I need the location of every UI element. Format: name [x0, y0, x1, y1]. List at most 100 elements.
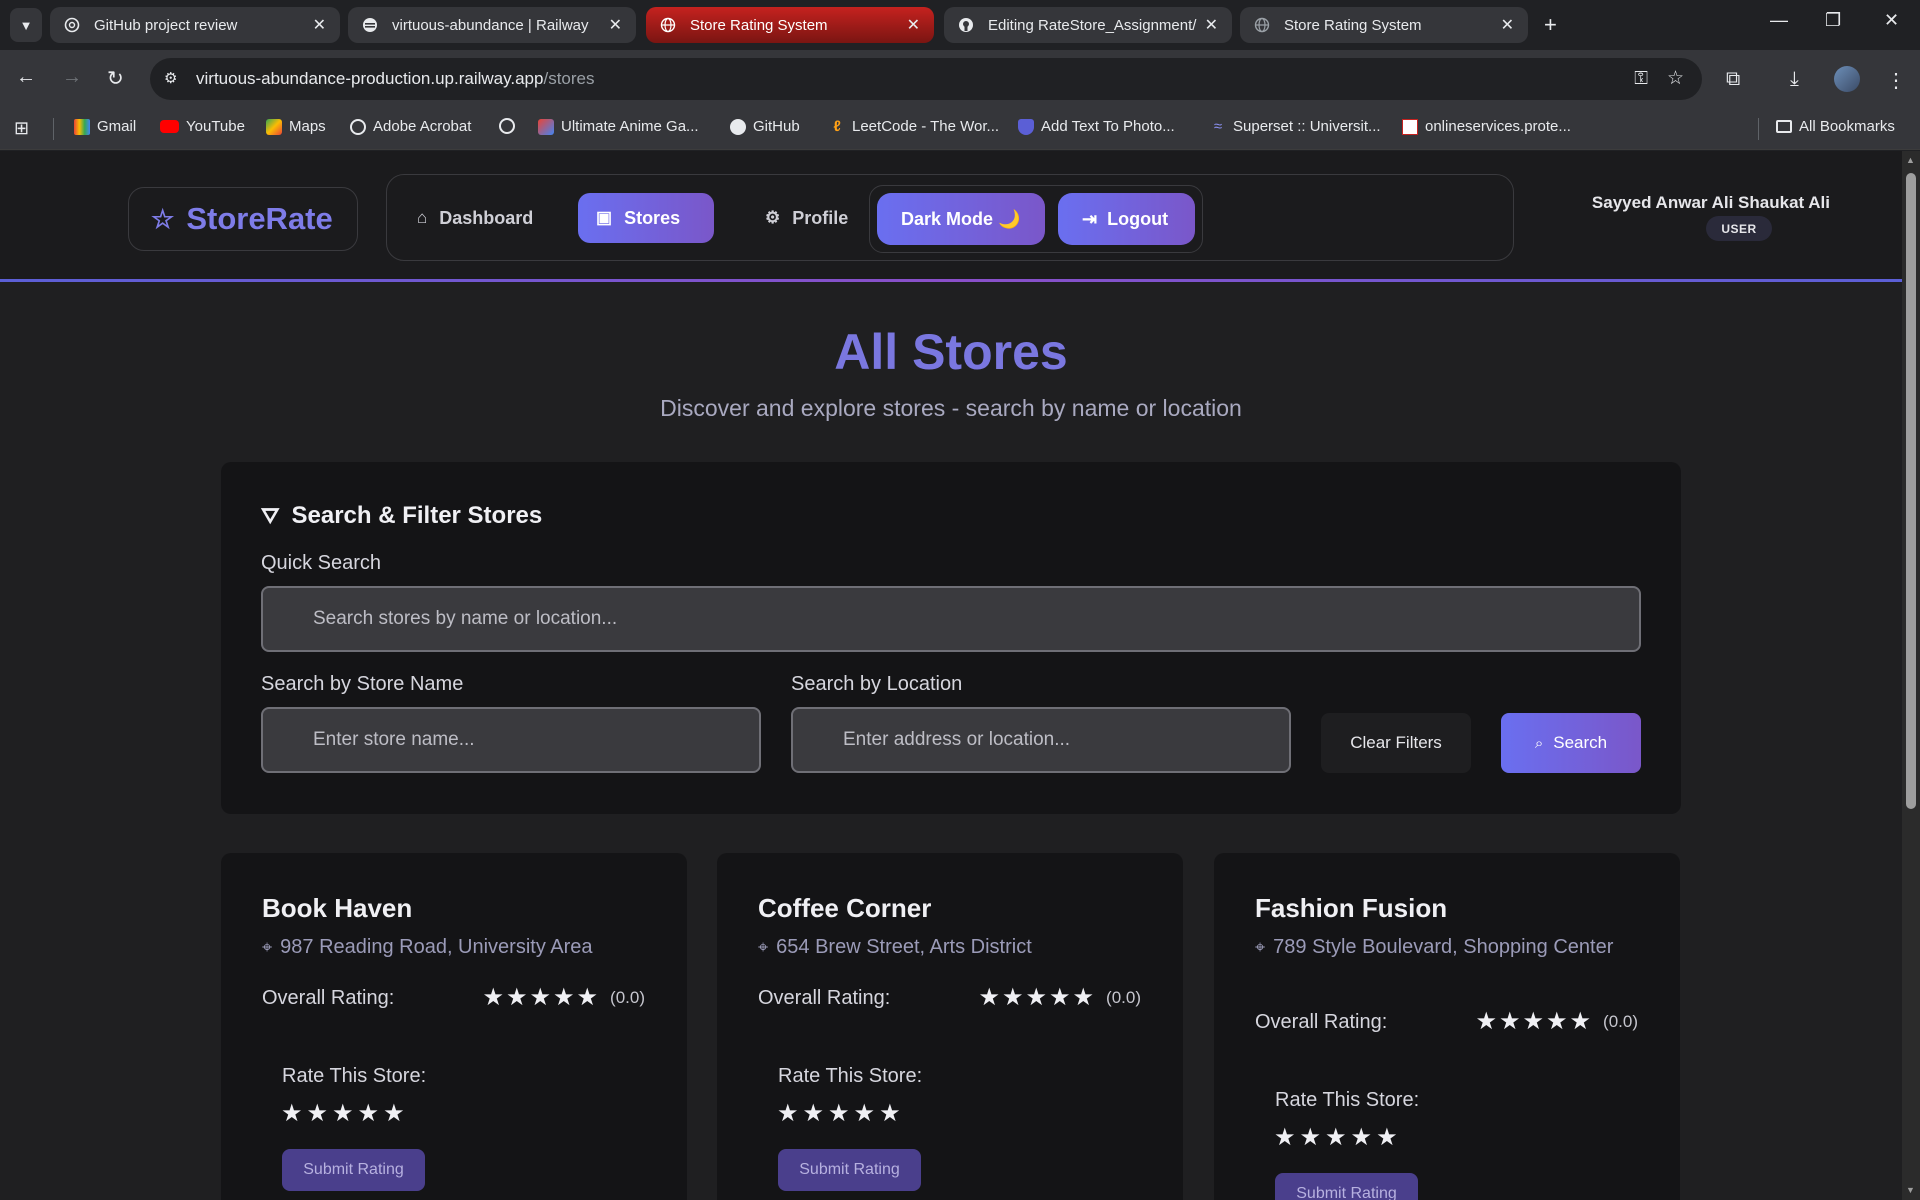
key-icon[interactable]: ⚿ — [1634, 68, 1648, 89]
scrollbar-thumb[interactable] — [1906, 173, 1916, 809]
folder-icon — [1776, 120, 1792, 133]
submit-rating-button[interactable]: Submit Rating — [1275, 1173, 1418, 1200]
nav-stores[interactable]: ▣ Stores — [578, 193, 714, 243]
location-input[interactable]: Enter address or location... — [791, 707, 1291, 773]
browser-tab[interactable]: GitHub project review ✕ — [50, 7, 340, 43]
close-icon[interactable]: ✕ — [313, 15, 326, 35]
close-icon[interactable]: ✕ — [609, 15, 622, 35]
maps-icon — [266, 118, 282, 135]
bookmark-item[interactable]: GitHub — [730, 118, 800, 135]
store-name-input[interactable]: Enter store name... — [261, 707, 761, 773]
site-info-icon[interactable]: ⚙ — [164, 69, 177, 87]
scroll-down-icon[interactable]: ▼ — [1906, 1185, 1915, 1195]
extensions-icon[interactable]: ⧉ — [1726, 68, 1740, 91]
restore-icon[interactable]: ❐ — [1825, 10, 1841, 31]
home-icon: ⌂ — [417, 208, 428, 227]
browser-tab[interactable]: virtuous-abundance | Railway ✕ — [348, 7, 636, 43]
forward-icon[interactable]: → — [62, 66, 82, 89]
tab-title: Editing RateStore_Assignment/ — [988, 16, 1197, 34]
bookmark-item[interactable]: ≈ Superset :: Universit... — [1210, 118, 1381, 135]
close-icon[interactable]: ✕ — [1205, 15, 1218, 35]
scroll-up-icon[interactable]: ▲ — [1906, 155, 1915, 165]
user-name: Sayyed Anwar Ali Shaukat Ali — [1591, 193, 1830, 212]
bookmark-item[interactable]: ℓ LeetCode - The Wor... — [829, 118, 999, 135]
browser-tab[interactable]: Editing RateStore_Assignment/ ✕ — [944, 7, 1232, 43]
close-icon[interactable]: ✕ — [1501, 15, 1514, 35]
nav-label: Stores — [624, 207, 681, 228]
bookmark-item[interactable]: Add Text To Photo... — [1018, 118, 1175, 135]
overall-rating-label: Overall Rating: — [1255, 1011, 1388, 1033]
back-icon[interactable]: ← — [16, 66, 36, 89]
tab-title: Store Rating System — [1284, 16, 1422, 34]
bookmark-item[interactable]: YouTube — [160, 118, 245, 135]
bookmark-star-icon[interactable]: ☆ — [1667, 67, 1684, 90]
app-header: ☆ StoreRate ⌂ Dashboard ▣ Stores ⚙ Profi… — [0, 151, 1902, 282]
download-icon[interactable]: ⤓ — [1790, 68, 1799, 91]
logout-button[interactable]: ⇥ Logout — [1058, 193, 1195, 245]
map-pin-icon: ⌖ — [1255, 937, 1266, 957]
reload-icon[interactable]: ↻ — [107, 66, 124, 91]
page-scrollbar[interactable]: ▲ ▼ — [1902, 151, 1920, 1200]
github-icon — [959, 18, 973, 32]
shopping-bag-icon: ▣ — [596, 208, 613, 227]
profile-avatar[interactable] — [1834, 66, 1860, 92]
apps-icon[interactable]: ⊞ — [14, 118, 29, 139]
nav-dashboard[interactable]: ⌂ Dashboard — [399, 193, 551, 243]
bookmark-item[interactable]: Ultimate Anime Ga... — [538, 118, 699, 135]
rating-stars-icon: ★★★★★ — [482, 984, 601, 1011]
menu-icon[interactable]: ⋮ — [1886, 68, 1906, 93]
filter-panel: ⛛ Search & Filter Stores Quick Search Se… — [221, 462, 1681, 814]
globe-icon — [499, 118, 515, 134]
new-tab-button[interactable]: + — [1544, 12, 1557, 38]
browser-toolbar: ← → ↻ ⚙ virtuous-abundance-production.up… — [0, 50, 1920, 108]
url-host: virtuous-abundance-production.up.railway… — [196, 69, 544, 88]
close-icon[interactable]: ✕ — [907, 15, 920, 35]
app-logo[interactable]: ☆ StoreRate — [128, 187, 358, 251]
address-bar[interactable]: ⚙ virtuous-abundance-production.up.railw… — [150, 58, 1702, 100]
rate-stars-input[interactable]: ★★★★★ — [1274, 1123, 1402, 1152]
quick-search-input[interactable]: Search stores by name or location... — [261, 586, 1641, 652]
url-path: /stores — [543, 69, 595, 88]
rate-store-label: Rate This Store: — [778, 1065, 923, 1087]
clear-filters-button[interactable]: Clear Filters — [1321, 713, 1471, 773]
filter-icon: ⛛ — [261, 503, 280, 528]
submit-rating-button[interactable]: Submit Rating — [778, 1149, 921, 1191]
store-card: Fashion Fusion ⌖ 789 Style Boulevard, Sh… — [1214, 853, 1680, 1200]
bookmark-item[interactable]: Gmail — [74, 118, 136, 135]
search-icon: ⌕ — [1534, 734, 1544, 752]
bookmark-item[interactable]: Adobe Acrobat — [350, 118, 471, 135]
map-pin-icon: ⌖ — [262, 937, 273, 957]
rating-stars-icon: ★★★★★ — [978, 984, 1097, 1011]
overall-rating-label: Overall Rating: — [758, 987, 891, 1009]
all-bookmarks-button[interactable]: All Bookmarks — [1776, 118, 1895, 135]
dark-mode-toggle[interactable]: Dark Mode 🌙 — [877, 193, 1045, 245]
filter-title: ⛛ Search & Filter Stores — [261, 502, 543, 529]
search-button[interactable]: ⌕ Search — [1501, 713, 1641, 773]
page-viewport: ☆ StoreRate ⌂ Dashboard ▣ Stores ⚙ Profi… — [0, 151, 1902, 1200]
logout-icon: ⇥ — [1082, 208, 1098, 229]
bookmark-item[interactable]: onlineservices.prote... — [1402, 118, 1571, 135]
rate-stars-input[interactable]: ★★★★★ — [777, 1099, 905, 1128]
store-address: ⌖ 789 Style Boulevard, Shopping Center — [1255, 936, 1614, 958]
tab-search-button[interactable]: ▼ — [10, 8, 42, 42]
browser-tab-active[interactable]: Store Rating System ✕ — [646, 7, 934, 43]
superset-icon: ≈ — [1213, 117, 1223, 135]
rate-stars-input[interactable]: ★★★★★ — [281, 1099, 409, 1128]
minimize-icon[interactable]: — — [1770, 10, 1788, 31]
page-subtitle: Discover and explore stores - search by … — [660, 395, 1242, 421]
bookmark-item[interactable]: Maps — [266, 118, 326, 135]
gmail-icon — [74, 118, 90, 135]
browser-tab[interactable]: Store Rating System ✕ — [1240, 7, 1528, 43]
github-icon — [730, 118, 746, 135]
store-card: Coffee Corner ⌖ 654 Brew Street, Arts Di… — [717, 853, 1183, 1200]
store-address: ⌖ 987 Reading Road, University Area — [262, 936, 593, 958]
quick-search-label: Quick Search — [261, 552, 382, 574]
overall-rating: ★★★★★ (0.0) — [978, 983, 1141, 1012]
store-name-label: Search by Store Name — [261, 673, 464, 695]
store-name: Coffee Corner — [758, 893, 932, 923]
bookmark-item[interactable] — [499, 118, 522, 134]
globe-icon — [350, 118, 366, 135]
submit-rating-button[interactable]: Submit Rating — [282, 1149, 425, 1191]
close-window-icon[interactable]: ✕ — [1884, 10, 1899, 31]
nav-profile[interactable]: ⚙ Profile — [747, 193, 866, 243]
